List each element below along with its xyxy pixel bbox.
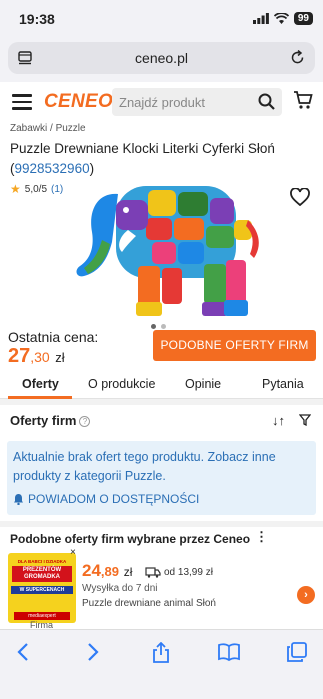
tab-reviews[interactable]: Opinie <box>185 377 221 391</box>
ceneo-logo[interactable]: CENEO <box>44 91 113 113</box>
pagination-dot[interactable] <box>151 324 156 329</box>
tab-questions[interactable]: Pytania <box>262 377 304 391</box>
offer-delivery: Wysyłka do 7 dni <box>82 583 158 594</box>
heart-icon[interactable] <box>290 188 310 206</box>
site-header: CENEO Znajdź produkt <box>0 82 323 122</box>
last-price-label: Ostatnia cena: <box>8 329 99 345</box>
offer-price-dec: ,89 <box>100 564 119 579</box>
ad-banner[interactable]: DLA BABCI I DZIADKA PREZENTÓW GROMADKA W… <box>8 553 76 623</box>
tab-offers[interactable]: Oferty <box>22 377 59 391</box>
breadcrumb[interactable]: Zabawki / Puzzle <box>10 123 86 134</box>
similar-offers-heading: Podobne oferty firm wybrane przez Ceneo <box>10 532 251 546</box>
battery-icon: 99 <box>293 12 313 25</box>
ad-brand: mediaexpert <box>14 612 70 620</box>
hamburger-menu-icon[interactable] <box>12 94 32 110</box>
product-image[interactable] <box>66 180 266 322</box>
star-icon: ★ <box>10 182 21 196</box>
wifi-icon <box>273 13 289 24</box>
offer-price-int: 24 <box>82 561 101 580</box>
ad-line: W SUPERCENACH <box>11 586 73 594</box>
notice-text[interactable]: Aktualnie brak ofert tego produktu. Zoba… <box>13 448 310 486</box>
back-icon[interactable] <box>16 642 30 662</box>
product-title-text: Puzzle Drewniane Klocki Literki Cyferki … <box>10 141 275 156</box>
shipping-price: od 13,99 zł <box>164 567 213 578</box>
tabs-icon[interactable] <box>287 642 307 662</box>
share-icon[interactable] <box>151 642 171 664</box>
last-price-dec: ,30 <box>30 349 50 365</box>
browser-toolbar <box>0 629 323 699</box>
notify-availability-link[interactable]: POWIADOM O DOSTĘPNOŚCI <box>13 492 199 506</box>
last-price-int: 27 <box>8 345 31 367</box>
address-bar[interactable]: ceneo.pl <box>8 42 315 74</box>
offer-next-button[interactable]: › <box>297 586 315 604</box>
image-pagination[interactable] <box>151 324 166 329</box>
search-placeholder: Znajdź produkt <box>119 95 205 110</box>
tab-about[interactable]: O produkcie <box>88 377 155 391</box>
product-id-close: ) <box>89 161 95 176</box>
signal-icon <box>252 13 269 24</box>
product-rating[interactable]: ★ 5,0/5 (1) <box>10 182 63 196</box>
browser-chrome: 19:38 99 ceneo.pl <box>0 0 323 82</box>
reload-icon[interactable] <box>290 50 305 65</box>
similar-offers-button[interactable]: PODOBNE OFERTY FIRM <box>153 330 316 361</box>
ad-line: DLA BABCI I DZIADKA <box>17 559 67 564</box>
ad-headline: PREZENTÓW GROMADKA <box>12 566 72 582</box>
url-text: ceneo.pl <box>135 50 188 66</box>
cart-icon[interactable] <box>293 90 313 110</box>
bookmarks-icon[interactable] <box>218 642 240 662</box>
forward-icon[interactable] <box>86 642 100 662</box>
offers-header: Oferty firm? ↓↑ <box>0 405 323 435</box>
bell-icon <box>14 494 23 505</box>
last-price: 27,30 zł <box>8 345 65 368</box>
offer-shipping: od 13,99 zł <box>145 567 213 578</box>
rating-count[interactable]: (1) <box>51 184 63 195</box>
sort-icon[interactable]: ↓↑ <box>272 413 285 428</box>
product-id-link[interactable]: 9928532960 <box>15 161 90 176</box>
last-price-currency: zł <box>55 350 65 365</box>
truck-icon <box>145 567 161 578</box>
product-tabs: Oferty O produkcie Opinie Pytania <box>0 371 323 399</box>
filter-icon[interactable] <box>299 414 311 426</box>
status-bar: 19:38 99 <box>0 0 323 40</box>
rating-value: 5,0/5 <box>24 183 48 195</box>
more-options-icon[interactable]: ⋮ <box>255 530 268 543</box>
offers-title-text: Oferty firm <box>10 413 77 428</box>
offer-price[interactable]: 24,89 zł <box>82 561 132 581</box>
notify-label: POWIADOM O DOSTĘPNOŚCI <box>28 492 200 506</box>
offers-title: Oferty firm? <box>10 413 91 428</box>
ad-close-icon[interactable]: × <box>70 548 80 558</box>
product-title: Puzzle Drewniane Klocki Literki Cyferki … <box>10 139 310 179</box>
offer-name[interactable]: Puzzle drewniane animal Słoń <box>82 598 216 609</box>
search-icon[interactable] <box>258 93 275 110</box>
divider <box>0 521 323 527</box>
pagination-dot[interactable] <box>161 324 166 329</box>
search-input[interactable]: Znajdź produkt <box>112 88 282 116</box>
offer-price-currency: zł <box>123 565 133 579</box>
status-time: 19:38 <box>19 11 55 27</box>
status-icons: 99 <box>252 12 313 25</box>
info-icon[interactable]: ? <box>79 416 91 427</box>
no-offers-notice: Aktualnie brak ofert tego produktu. Zoba… <box>7 441 316 515</box>
